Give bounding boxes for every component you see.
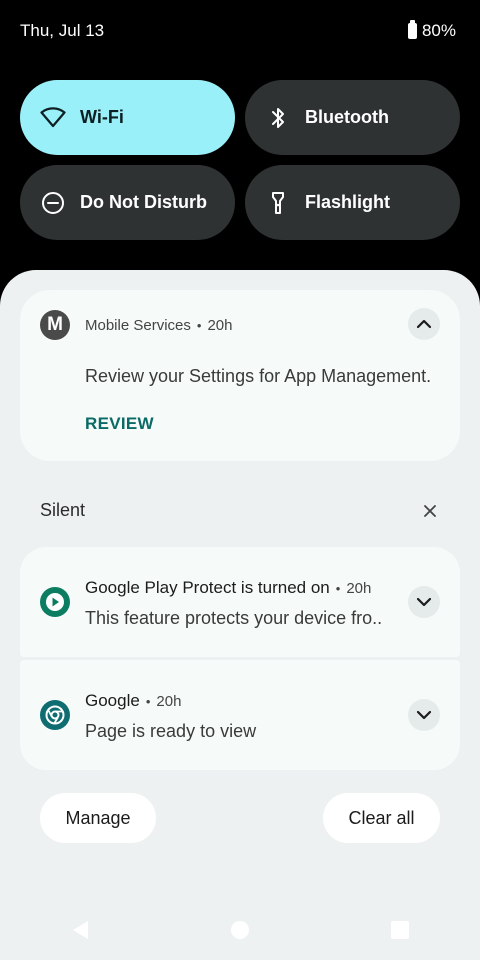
notification-title: Google xyxy=(85,691,140,710)
navigation-bar xyxy=(0,900,480,960)
notification-header: Google • 20h xyxy=(85,691,181,711)
battery-percent: 80% xyxy=(421,21,456,40)
silent-section-header: Silent xyxy=(40,500,440,521)
review-button[interactable]: REVIEW xyxy=(85,414,154,434)
tile-wifi-label: Wi-Fi xyxy=(80,107,124,127)
recents-icon xyxy=(391,921,409,939)
play-protect-icon xyxy=(40,587,70,617)
clear-silent-button[interactable] xyxy=(420,501,440,521)
notification-mobile-services[interactable]: M Mobile Services • 20h Review your Sett… xyxy=(20,290,460,461)
tile-dnd-label: Do Not Disturb xyxy=(80,192,207,212)
collapse-button[interactable] xyxy=(408,308,440,340)
chrome-icon xyxy=(40,700,70,730)
tile-bluetooth-label: Bluetooth xyxy=(305,107,389,127)
notification-header: Mobile Services • 20h xyxy=(85,317,232,334)
tile-bluetooth[interactable]: Bluetooth xyxy=(245,80,460,155)
notification-actions: Manage Clear all xyxy=(40,793,440,843)
notification-shade: M Mobile Services • 20h Review your Sett… xyxy=(0,270,480,960)
manage-button[interactable]: Manage xyxy=(40,793,156,843)
expand-button[interactable] xyxy=(408,699,440,731)
status-bar: Thu, Jul 13 80% xyxy=(0,0,480,62)
chevron-up-icon xyxy=(416,319,432,329)
chevron-down-icon xyxy=(416,710,432,720)
tile-flashlight-label: Flashlight xyxy=(305,192,390,212)
back-button[interactable] xyxy=(50,900,110,960)
expand-button[interactable] xyxy=(408,586,440,618)
notification-google[interactable]: Google • 20h Page is ready to view xyxy=(20,660,460,770)
notification-app-name: Mobile Services xyxy=(85,317,191,334)
notification-title: Google Play Protect is turned on xyxy=(85,578,330,597)
clear-all-button[interactable]: Clear all xyxy=(323,793,440,843)
do-not-disturb-icon xyxy=(40,190,66,216)
separator-dot: • xyxy=(335,580,341,596)
separator-dot: • xyxy=(145,693,151,709)
status-date: Thu, Jul 13 xyxy=(20,21,105,40)
flashlight-icon xyxy=(265,190,291,216)
home-button[interactable] xyxy=(210,900,270,960)
notification-body: Review your Settings for App Management. xyxy=(85,366,432,386)
mobile-services-icon: M xyxy=(40,310,70,340)
notification-body: This feature protects your device fro.. xyxy=(85,608,383,628)
tile-do-not-disturb[interactable]: Do Not Disturb xyxy=(20,165,235,240)
wifi-icon xyxy=(40,105,66,131)
notification-time: 20h xyxy=(346,579,372,597)
battery-icon xyxy=(407,20,417,39)
notification-header: Google Play Protect is turned on • 20h xyxy=(85,578,371,598)
bluetooth-icon xyxy=(265,105,291,131)
notification-body: Page is ready to view xyxy=(85,721,257,741)
chevron-down-icon xyxy=(416,597,432,607)
home-icon xyxy=(231,921,249,939)
back-icon xyxy=(73,921,88,939)
quick-settings: Wi-Fi Bluetooth Do Not Disturb Flashligh… xyxy=(20,80,460,240)
battery-indicator: 80% xyxy=(407,20,456,41)
close-icon xyxy=(424,504,436,517)
silent-label: Silent xyxy=(40,500,86,520)
notification-play-protect[interactable]: Google Play Protect is turned on • 20h T… xyxy=(20,547,460,657)
notification-time: 20h xyxy=(156,692,182,710)
separator-dot: • xyxy=(196,318,202,333)
recents-button[interactable] xyxy=(370,900,430,960)
tile-wifi[interactable]: Wi-Fi xyxy=(20,80,235,155)
tile-flashlight[interactable]: Flashlight xyxy=(245,165,460,240)
notification-time: 20h xyxy=(207,317,233,334)
